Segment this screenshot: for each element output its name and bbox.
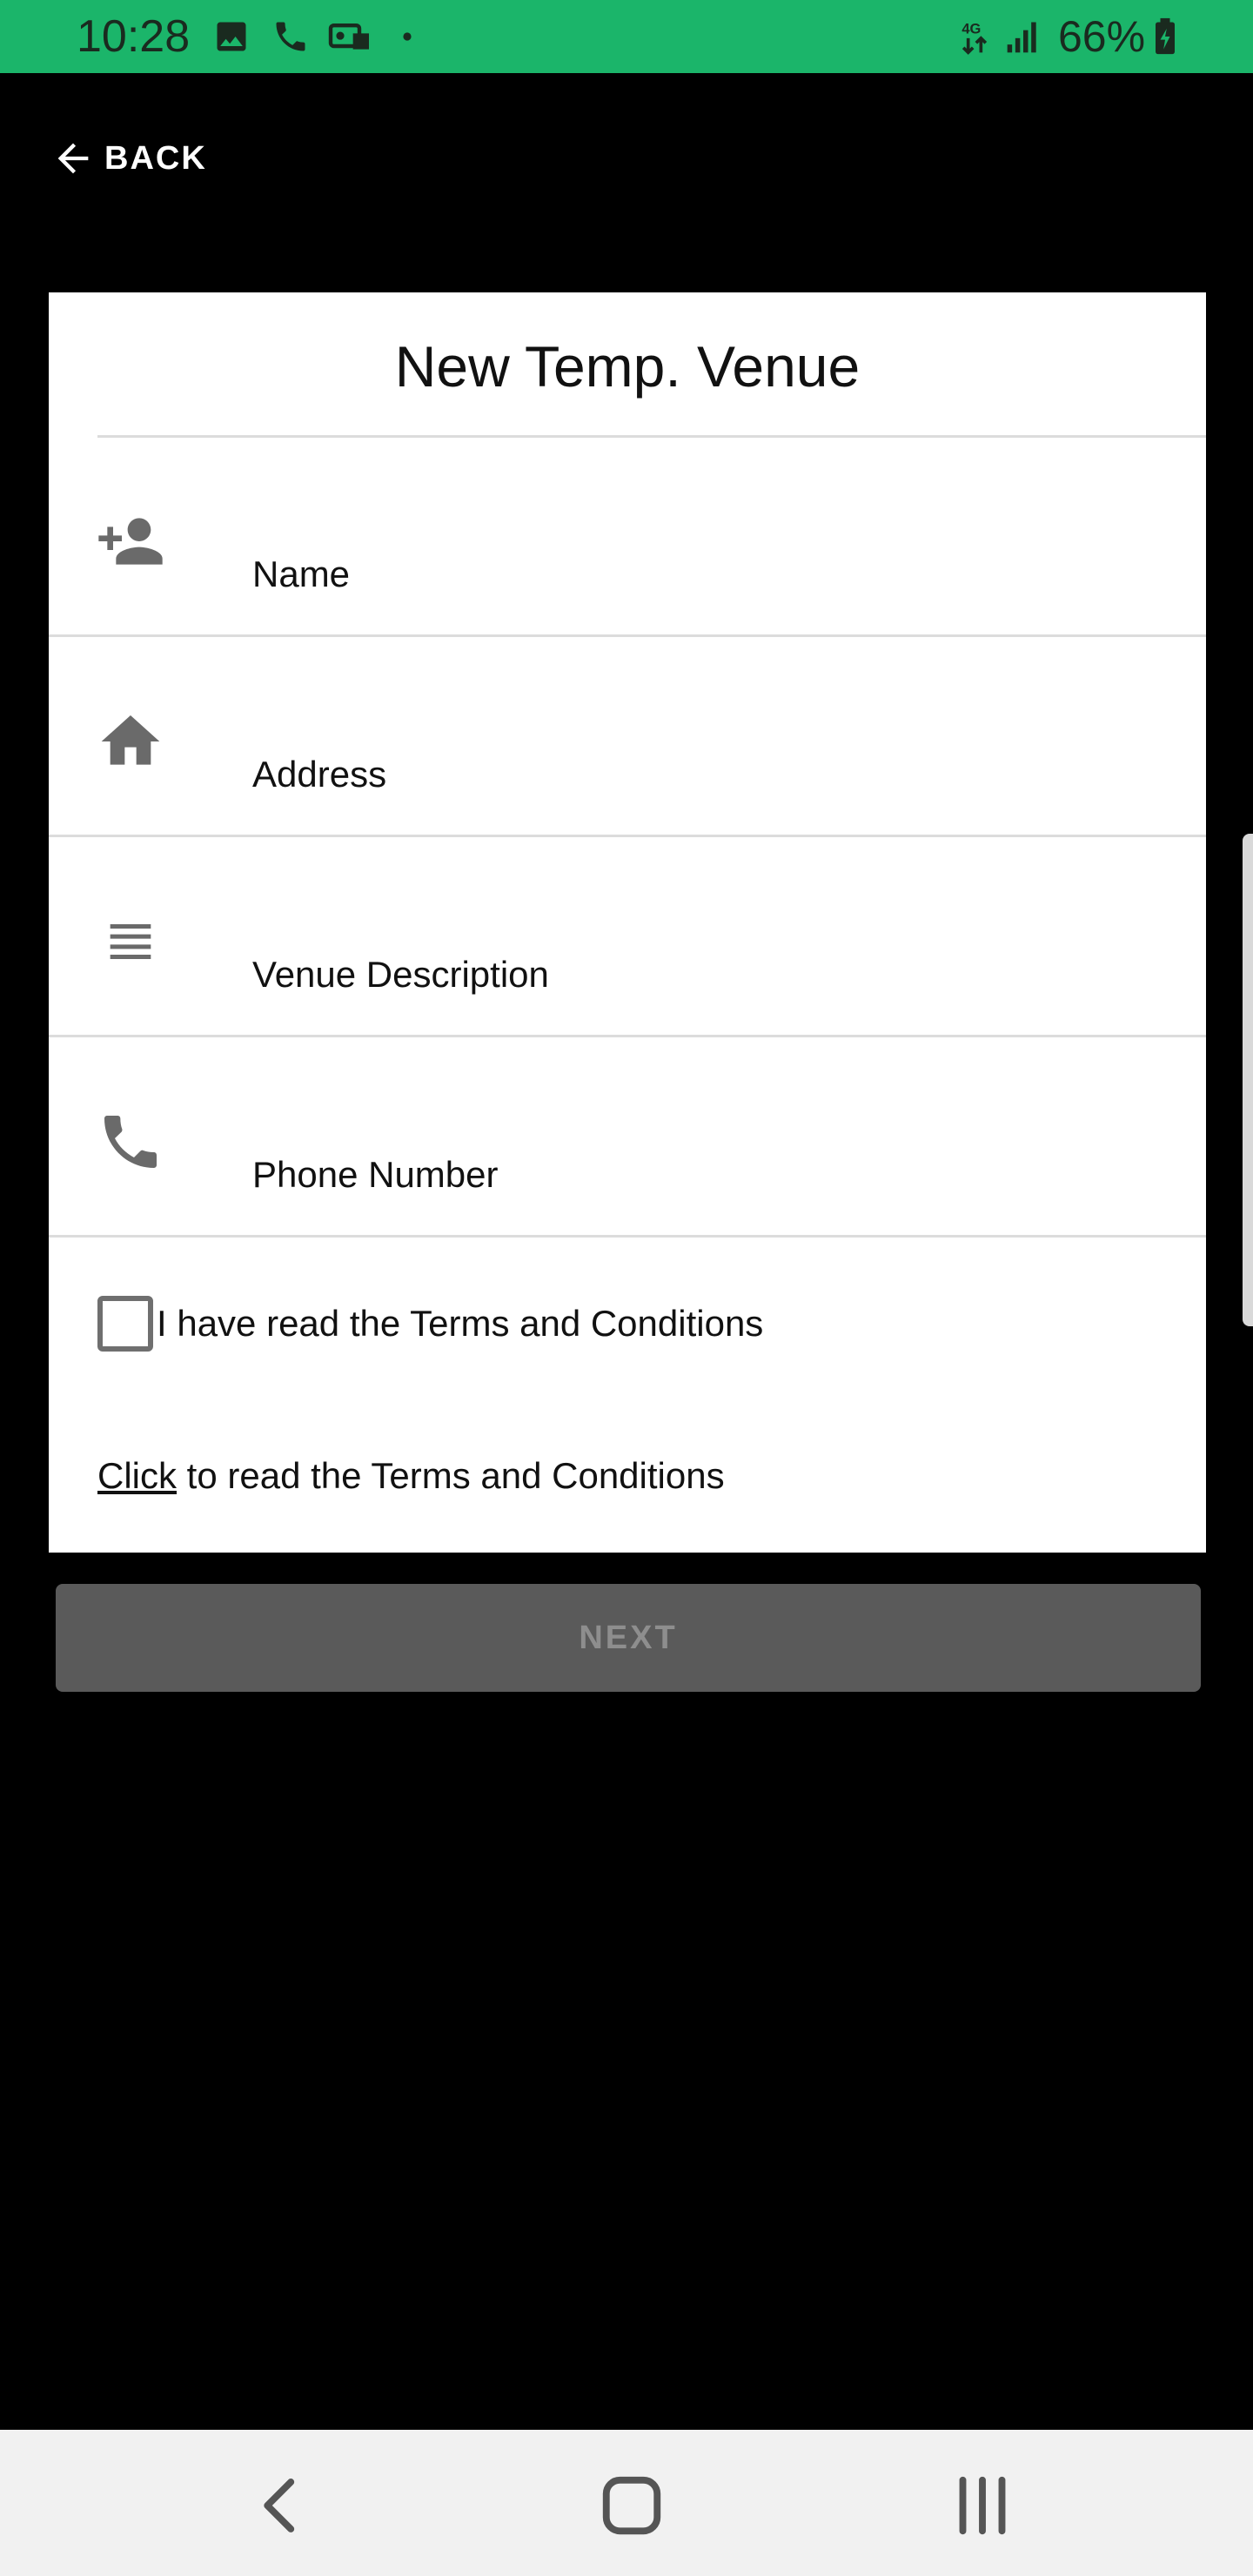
- back-nav-icon: [264, 2479, 295, 2532]
- phone-icon: [96, 1107, 165, 1177]
- add-person-icon: [96, 506, 165, 576]
- phone-number-field-label: Phone Number: [252, 1154, 499, 1195]
- nav-recents-button[interactable]: [943, 2466, 1022, 2545]
- svg-text:4G: 4G: [962, 21, 981, 37]
- signal-icon: [1007, 22, 1036, 53]
- address-field[interactable]: Address: [49, 637, 1206, 837]
- back-label: BACK: [104, 139, 207, 177]
- form-title: New Temp. Venue: [394, 334, 861, 399]
- name-field[interactable]: Name: [49, 437, 1206, 637]
- notes-icon: [96, 907, 165, 976]
- arrow-left-icon: [57, 143, 89, 174]
- new-venue-form-card: New Temp. Venue Name Address Venue Descr…: [49, 292, 1206, 1553]
- terms-checkbox-label: I have read the Terms and Conditions: [157, 1303, 764, 1344]
- terms-checkbox[interactable]: [97, 1296, 153, 1352]
- phone-icon: [276, 22, 305, 51]
- address-field-label: Address: [252, 754, 387, 795]
- data-4g-icon: 4G: [962, 21, 988, 55]
- status-time: 10:28: [77, 11, 191, 62]
- terms-link[interactable]: Click: [97, 1455, 177, 1496]
- venue-description-field-label: Venue Description: [252, 954, 549, 995]
- voicemail-icon: [328, 23, 369, 50]
- nav-home-button[interactable]: [593, 2466, 671, 2545]
- next-button[interactable]: NEXT: [56, 1584, 1201, 1692]
- phone-number-field[interactable]: Phone Number: [49, 1037, 1206, 1238]
- terms-link-suffix: to read the Terms and Conditions: [177, 1455, 725, 1496]
- name-field-label: Name: [252, 553, 351, 594]
- home-nav-icon: [602, 2476, 661, 2535]
- recents-nav-icon: [959, 2476, 1006, 2535]
- venue-description-field[interactable]: Venue Description: [49, 837, 1206, 1037]
- terms-checkbox-row: I have read the Terms and Conditions: [97, 1295, 763, 1352]
- dot-icon: [403, 32, 412, 41]
- gallery-icon: [217, 22, 246, 51]
- nav-back-button[interactable]: [242, 2466, 320, 2545]
- battery-percentage: 66%: [1058, 12, 1146, 61]
- back-button[interactable]: BACK: [50, 131, 207, 186]
- status-bar: 10:28 4G 66%: [0, 0, 1253, 73]
- next-button-label: NEXT: [579, 1619, 678, 1656]
- home-icon: [96, 707, 165, 776]
- terms-link-row: Click to read the Terms and Conditions: [97, 1450, 725, 1502]
- scroll-indicator[interactable]: [1243, 834, 1253, 1326]
- system-nav-bar: [0, 2430, 1253, 2576]
- battery-charging-icon: [1156, 17, 1175, 55]
